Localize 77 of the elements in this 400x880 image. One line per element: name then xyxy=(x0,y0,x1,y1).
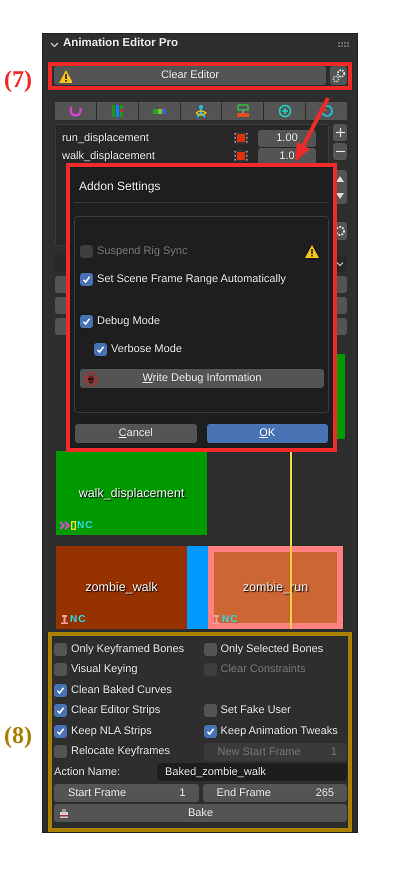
strip-label: walk_displacement xyxy=(78,484,184,502)
bug-icon xyxy=(84,372,98,386)
annotation-label: (8) xyxy=(4,722,32,751)
toolbar-button[interactable] xyxy=(264,102,306,120)
add-button[interactable] xyxy=(333,124,347,141)
plus-icon xyxy=(336,128,344,137)
figure-icon xyxy=(194,104,208,118)
double-chevron-icon xyxy=(60,521,70,530)
checkbox-label: Set Scene Frame Range Automatically xyxy=(97,272,286,287)
gear-icon xyxy=(334,225,346,237)
checkbox[interactable] xyxy=(80,314,93,328)
checkbox-label: Visual Keying xyxy=(71,662,138,678)
clear-editor-button[interactable]: Clear Editor xyxy=(54,66,326,85)
checkbox-label: Debug Mode xyxy=(97,314,160,329)
strip-tag: NC xyxy=(77,518,94,533)
write-debug-button[interactable]: Write Debug Information xyxy=(80,369,324,388)
remove-button[interactable] xyxy=(333,143,347,160)
checkbox[interactable] xyxy=(54,663,67,676)
checkbox[interactable] xyxy=(204,642,216,656)
panel-title: Animation Editor Pro xyxy=(63,36,178,52)
checkbox[interactable] xyxy=(54,704,67,717)
frame-icon xyxy=(71,521,76,530)
text-field[interactable]: Baked_zombie_walk xyxy=(157,763,347,781)
cancel-button[interactable]: Cancel xyxy=(75,424,196,443)
warning-icon xyxy=(58,68,72,82)
film-button[interactable] xyxy=(232,148,250,164)
circle-icon xyxy=(320,104,334,118)
checkbox-label: Clear Constraints xyxy=(220,662,306,678)
checkbox-label: Verbose Mode xyxy=(111,342,182,357)
nla-strip[interactable]: walk_displacement NC xyxy=(56,451,207,535)
number-field: New Start Frame 1 xyxy=(204,742,347,760)
checkbox[interactable] xyxy=(54,745,67,758)
strip-tag: NC xyxy=(222,612,238,627)
number-field[interactable]: Start Frame 1 xyxy=(54,784,198,802)
cycle-icon xyxy=(68,104,82,118)
checkbox[interactable] xyxy=(204,704,216,717)
checkbox-label: Only Keyframed Bones xyxy=(71,642,184,657)
chevron-down-icon[interactable] xyxy=(50,40,59,48)
strips-icon xyxy=(110,104,124,118)
toolbar-button[interactable] xyxy=(138,102,180,120)
grip-icon[interactable] xyxy=(338,42,350,46)
annotation-label: (7) xyxy=(4,66,32,95)
number-field[interactable]: End Frame 265 xyxy=(202,784,347,802)
film-button[interactable] xyxy=(232,130,250,146)
value-field[interactable]: 1.00 xyxy=(258,130,316,146)
film-icon xyxy=(234,132,248,144)
checkbox-label: Clear Editor Strips xyxy=(71,703,160,718)
field-label: Action Name: xyxy=(54,764,122,780)
checkbox-label: Clean Baked Curves xyxy=(71,682,172,698)
toolbar-button[interactable] xyxy=(180,102,222,120)
cake-icon xyxy=(58,807,70,819)
checkbox-label: Only Selected Bones xyxy=(220,642,324,657)
checkbox[interactable] xyxy=(54,724,67,738)
chevron-down-icon xyxy=(336,260,344,268)
down-arrow-icon xyxy=(336,192,344,198)
ok-button[interactable]: OK xyxy=(206,424,328,443)
checkbox-label: Keep NLA Strips xyxy=(71,724,152,739)
checkbox[interactable] xyxy=(54,642,67,656)
settings-button[interactable] xyxy=(330,66,347,85)
track-name[interactable]: walk_displacement xyxy=(62,148,232,164)
checkbox[interactable] xyxy=(54,684,67,696)
checkbox[interactable] xyxy=(204,724,216,738)
strip-label: zombie_walk xyxy=(85,579,158,596)
checkbox[interactable] xyxy=(80,272,93,286)
bake-button[interactable]: Bake xyxy=(54,804,347,822)
up-arrow-icon xyxy=(336,176,344,182)
add-circle-icon xyxy=(278,104,292,118)
nla-strip[interactable]: zombie_walk NC xyxy=(56,546,187,629)
checkbox-label: Keep Animation Tweaks xyxy=(220,724,338,739)
checkbox-label: Suspend Rig Sync xyxy=(97,244,188,259)
dialog-title: Addon Settings xyxy=(74,167,329,203)
film-icon xyxy=(234,150,248,162)
strip-tag: NC xyxy=(70,612,86,627)
checkbox-label: Relocate Keyframes xyxy=(71,744,170,760)
track-name[interactable]: run_displacement xyxy=(62,130,232,146)
checkbox[interactable] xyxy=(94,342,107,356)
checkbox-label: Set Fake User xyxy=(220,703,291,718)
